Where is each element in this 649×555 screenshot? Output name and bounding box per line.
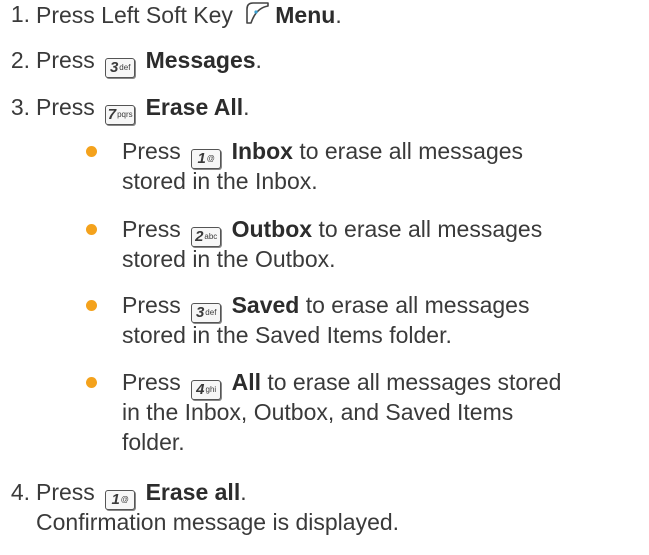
step-label: Erase all (145, 479, 241, 505)
bullet-icon (86, 224, 97, 235)
step-label: Erase All (145, 94, 244, 120)
key-1-icon: 1@ (191, 149, 222, 169)
step-label: Messages (145, 47, 256, 73)
key-7-icon: 7pqrs (105, 105, 136, 125)
bullet-icon (86, 377, 97, 388)
bullet-label: Outbox (231, 216, 313, 242)
confirmation-note: Confirmation message is displayed. (36, 509, 400, 535)
bullet-icon (86, 300, 97, 311)
key-2-icon: 2abc (191, 227, 222, 247)
step-number: 4. (10, 479, 30, 505)
step-text: Press (36, 94, 95, 120)
step-text: Press (36, 479, 95, 505)
key-3-icon: 3def (105, 58, 136, 78)
bullet-icon (86, 146, 97, 157)
step-text: Press (36, 47, 95, 73)
key-3-icon: 3def (191, 303, 222, 323)
step-number: 1. (10, 1, 30, 27)
left-soft-key-icon (246, 2, 270, 24)
key-4-icon: 4ghi (191, 380, 222, 400)
bullet-label: Inbox (231, 138, 293, 164)
step-number: 3. (10, 94, 30, 120)
step-label: Menu (275, 2, 336, 28)
bullet-label: Saved (231, 292, 300, 318)
step-number: 2. (10, 47, 30, 73)
step-text: Press Left Soft Key (36, 2, 233, 28)
bullet-label: All (231, 369, 261, 395)
key-1-icon: 1@ (105, 490, 136, 510)
